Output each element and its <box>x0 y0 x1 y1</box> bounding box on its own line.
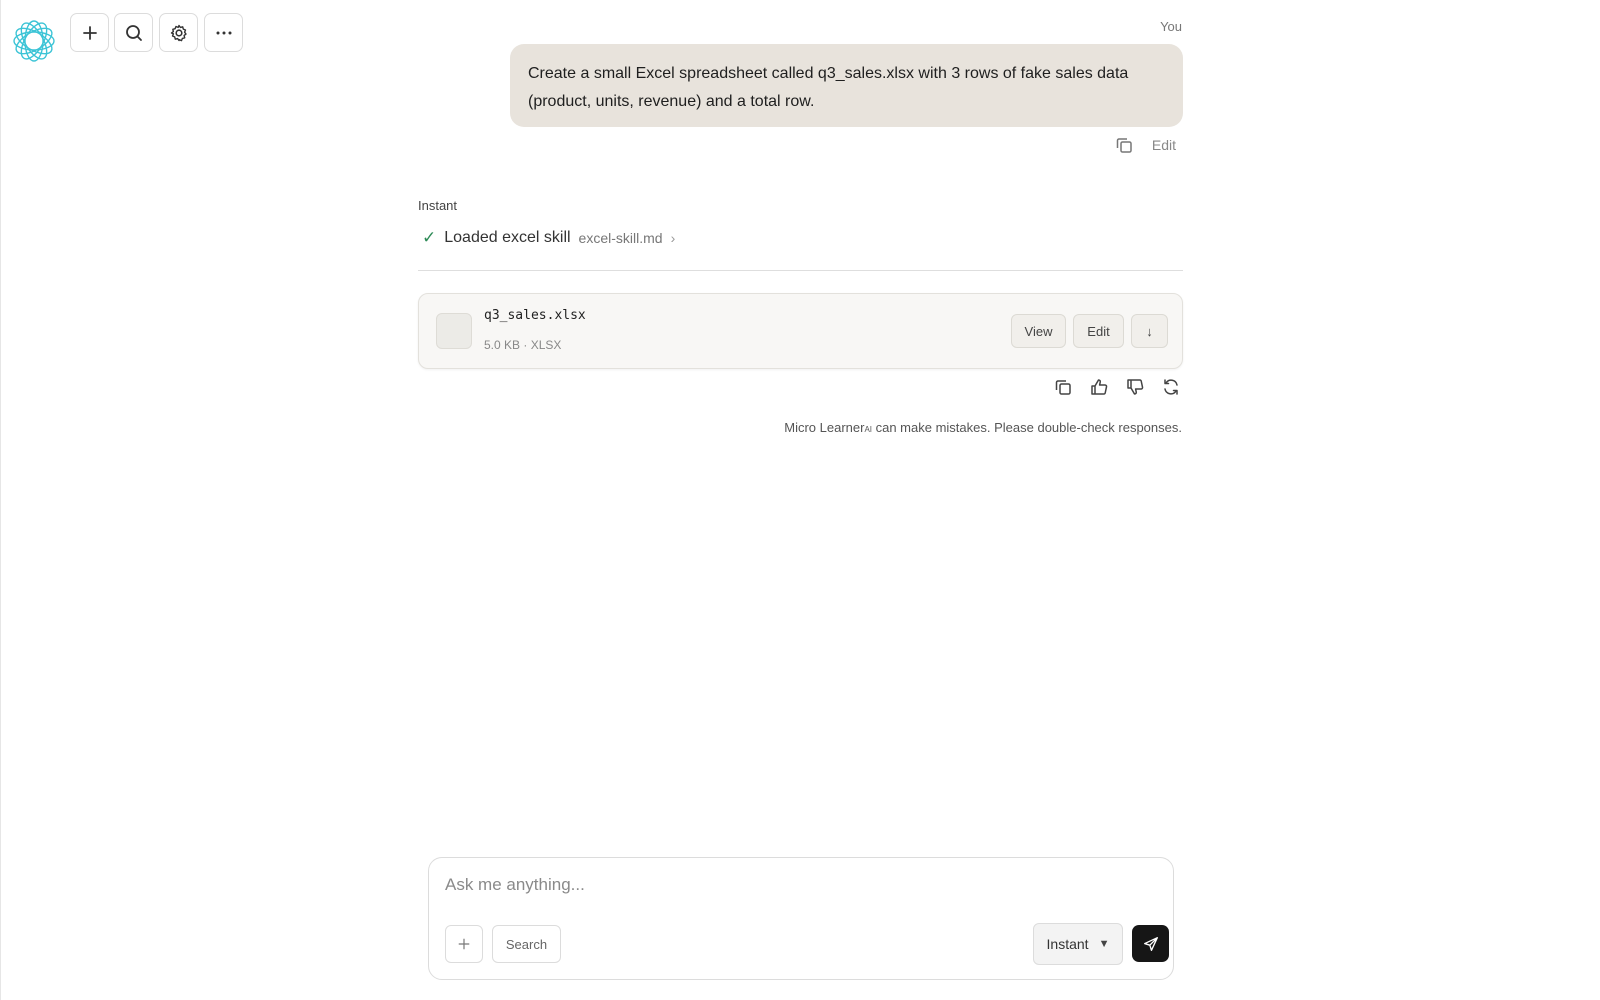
gear-icon <box>170 24 187 41</box>
copy-icon <box>1055 380 1071 395</box>
disclaimer-brand: Micro Learner <box>784 420 865 435</box>
mode-selector-label: Instant <box>1046 936 1089 952</box>
disclaimer-message: can make mistakes. Please double-check r… <box>872 420 1182 435</box>
settings-button[interactable] <box>159 13 198 52</box>
thumbs-up-icon <box>1091 379 1108 395</box>
divider <box>418 270 1183 271</box>
response-mode-label: Instant <box>418 198 458 213</box>
file-attachment-card: q3_sales.xlsx 5.0 KB · XLSX View Edit ↓ <box>418 293 1183 369</box>
message-composer: Search Instant ▼ <box>428 857 1174 980</box>
user-message-actions: Edit <box>1114 135 1182 155</box>
copy-message-button[interactable] <box>1114 135 1134 155</box>
caret-down-icon: ▼ <box>1098 938 1110 950</box>
disclaimer-text: Micro LearnerAI can make mistakes. Pleas… <box>784 420 1182 435</box>
user-message-bubble: Create a small Excel spreadsheet called … <box>510 44 1183 127</box>
message-input[interactable] <box>445 870 1145 900</box>
skill-loaded-row[interactable]: ✓ Loaded excel skill excel-skill.md › <box>422 228 675 248</box>
attach-button[interactable] <box>445 925 483 963</box>
thumbs-down-button[interactable] <box>1125 377 1145 397</box>
plus-icon <box>82 25 97 40</box>
chevron-right-icon: › <box>670 230 676 246</box>
copy-icon <box>1116 138 1132 153</box>
app-logo[interactable] <box>11 18 57 64</box>
file-thumbnail <box>436 313 472 349</box>
send-button[interactable] <box>1132 925 1169 962</box>
more-options-button[interactable] <box>204 13 243 52</box>
response-actions <box>1053 377 1181 397</box>
thumbs-down-icon <box>1127 379 1144 395</box>
mode-selector[interactable]: Instant ▼ <box>1033 923 1123 965</box>
regenerate-button[interactable] <box>1161 377 1181 397</box>
thumbs-up-button[interactable] <box>1089 377 1109 397</box>
view-file-button[interactable]: View <box>1011 314 1066 348</box>
more-horizontal-icon <box>216 31 231 34</box>
user-label: You <box>1160 19 1182 34</box>
download-file-button[interactable]: ↓ <box>1131 314 1168 348</box>
check-icon: ✓ <box>422 228 437 247</box>
flower-logo-icon <box>13 20 55 62</box>
new-chat-button[interactable] <box>70 13 109 52</box>
skill-title: Loaded excel skill <box>444 229 571 246</box>
disclaimer-brand-sub: AI <box>864 425 872 434</box>
edit-file-button[interactable]: Edit <box>1073 314 1124 348</box>
copy-response-button[interactable] <box>1053 377 1073 397</box>
skill-file-name: excel-skill.md <box>578 230 663 246</box>
send-icon <box>1143 936 1158 951</box>
search-icon <box>125 24 142 41</box>
edit-message-button[interactable]: Edit <box>1146 135 1182 155</box>
plus-icon <box>458 938 470 950</box>
file-meta: 5.0 KB · XLSX <box>484 338 562 352</box>
refresh-icon <box>1164 379 1178 395</box>
search-button[interactable] <box>114 13 153 52</box>
file-name: q3_sales.xlsx <box>484 308 586 323</box>
web-search-toggle[interactable]: Search <box>492 925 561 963</box>
